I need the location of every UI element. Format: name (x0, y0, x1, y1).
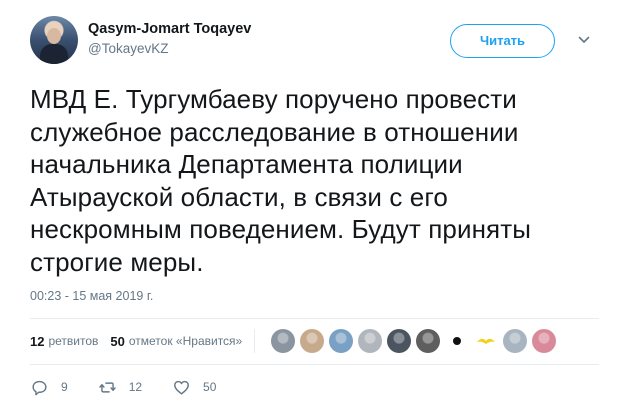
liker-avatar-3[interactable] (329, 329, 354, 353)
chevron-down-icon[interactable] (578, 34, 590, 46)
tweet-header: Qasym-Jomart Toqayev @TokayevKZ Читать (30, 16, 599, 72)
liker-avatar-7[interactable] (445, 329, 470, 353)
like-count: 50 (203, 380, 217, 394)
likes-label: отметок «Нравится» (128, 334, 243, 348)
tweet-timestamp[interactable]: 00:23 - 15 мая 2019 г. (30, 289, 153, 303)
like-button[interactable]: 50 (172, 378, 216, 397)
retweet-count: 12 (128, 380, 143, 394)
author-handle[interactable]: @TokayevKZ (88, 41, 168, 56)
liker-avatars (271, 329, 561, 353)
liker-avatar-5[interactable] (387, 329, 412, 353)
follow-button[interactable]: Читать (450, 24, 555, 58)
liker-avatar-2[interactable] (300, 329, 325, 353)
tweet-text: МВД Е. Тургумбаеву поручено провести слу… (30, 84, 532, 277)
likes-count: 50 (110, 333, 125, 349)
retweet-icon (98, 381, 116, 393)
likes-stat[interactable]: 50 отметок «Нравится» (110, 334, 242, 349)
tweet-actions: 9 12 50 (30, 373, 246, 401)
reply-count: 9 (61, 380, 68, 394)
author-display-name[interactable]: Qasym-Jomart Toqayev (88, 21, 251, 37)
retweet-button[interactable]: 12 (98, 378, 142, 397)
reply-icon (32, 380, 47, 395)
liker-avatar-9[interactable] (503, 329, 528, 353)
divider (30, 318, 599, 319)
liker-avatar-10[interactable] (532, 329, 557, 353)
divider (30, 364, 599, 365)
retweets-count: 12 (30, 333, 45, 349)
heart-icon (174, 380, 189, 395)
liker-avatar-1[interactable] (271, 329, 296, 353)
reply-button[interactable]: 9 (30, 378, 68, 397)
author-avatar[interactable] (30, 16, 78, 64)
liker-avatar-6[interactable] (416, 329, 441, 353)
retweets-stat[interactable]: 12 ретвитов (30, 334, 98, 349)
liker-avatar-8[interactable] (474, 329, 499, 353)
retweets-label: ретвитов (48, 334, 99, 348)
liker-avatar-4[interactable] (358, 329, 383, 353)
tweet-stats: 12 ретвитов 50 отметок «Нравится» (30, 326, 561, 356)
stats-separator (254, 329, 256, 353)
